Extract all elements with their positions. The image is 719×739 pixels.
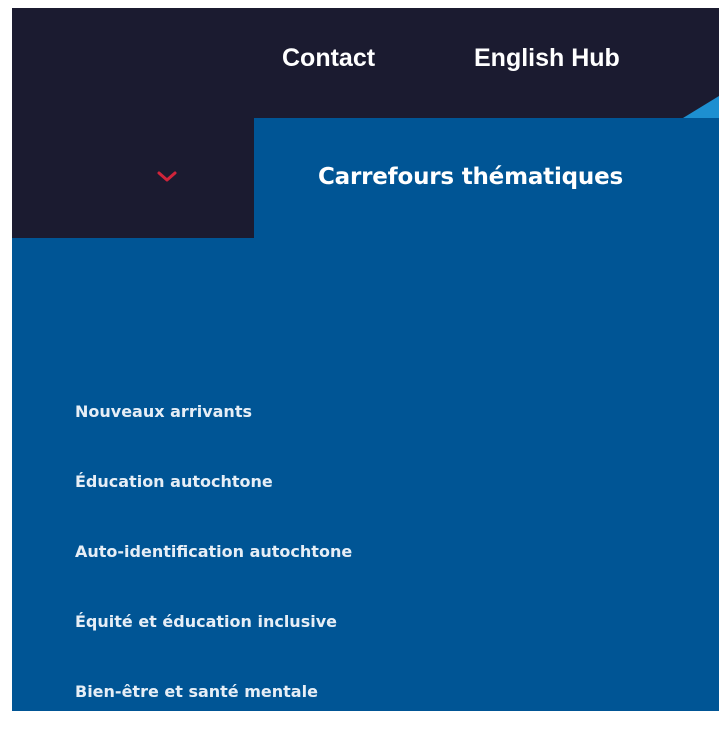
contact-link[interactable]: Contact: [282, 42, 375, 74]
submenu-item-label: Nouveaux arrivants: [75, 402, 252, 421]
submenu-list: Nouveaux arrivants Éducation autochtone …: [75, 400, 352, 711]
submenu-item-label: Équité et éducation inclusive: [75, 612, 337, 631]
main-nav-row: Carrefours thématiques: [12, 118, 719, 238]
submenu-item-auto-identification[interactable]: Auto-identification autochtone: [75, 540, 352, 610]
page-frame: Contact English Hub Carrefours thématiqu…: [12, 8, 719, 711]
submenu-panel: Nouveaux arrivants Éducation autochtone …: [12, 238, 719, 711]
nav-title-carrefours[interactable]: Carrefours thématiques: [318, 164, 623, 190]
submenu-item-label: Auto-identification autochtone: [75, 542, 353, 561]
english-hub-link[interactable]: English Hub: [474, 42, 620, 74]
submenu-item-equite-education-inclusive[interactable]: Équité et éducation inclusive: [75, 610, 352, 680]
submenu-item-education-autochtone[interactable]: Éducation autochtone: [75, 470, 352, 540]
chevron-down-icon: [157, 171, 177, 182]
submenu-item-nouveaux-arrivants[interactable]: Nouveaux arrivants: [75, 400, 352, 470]
corner-accent: [683, 96, 719, 118]
top-utility-bar: Contact English Hub: [12, 8, 719, 118]
submenu-item-label: Éducation autochtone: [75, 472, 273, 491]
nav-dropdown-toggle[interactable]: [12, 118, 254, 238]
submenu-item-label: Bien-être et santé mentale: [75, 682, 318, 701]
submenu-item-bien-etre-sante-mentale[interactable]: Bien-être et santé mentale: [75, 680, 352, 711]
